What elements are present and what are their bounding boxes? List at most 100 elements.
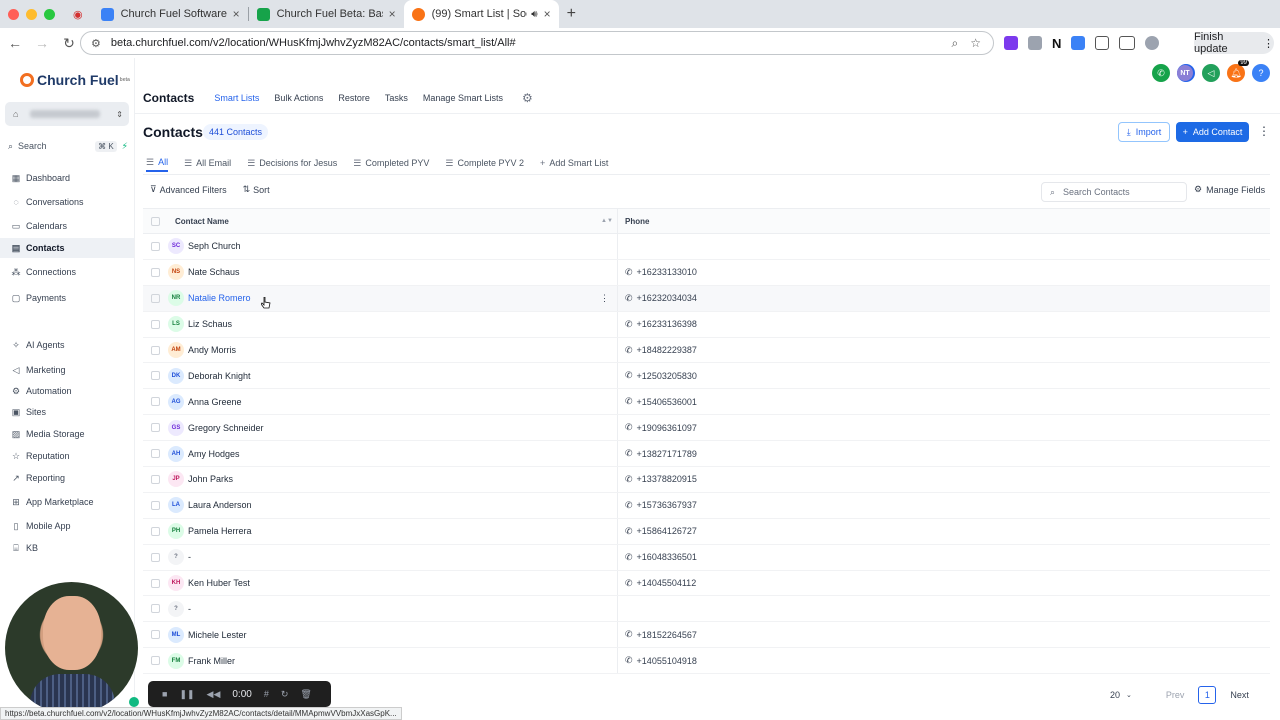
contact-name[interactable]: John Parks <box>188 474 233 484</box>
contact-phone[interactable]: ✆ +18482229387 <box>625 345 697 356</box>
table-row[interactable]: ? - <box>143 596 1270 623</box>
contact-name[interactable]: Gregory Schneider <box>188 423 264 433</box>
sidebar-item-ai-agents[interactable]: ✧ AI Agents <box>0 335 134 355</box>
row-checkbox[interactable] <box>151 630 160 640</box>
sidebar-item-contacts[interactable]: ▤ Contacts <box>0 238 134 258</box>
table-row[interactable]: FM Frank Miller ✆ +14055104918 <box>143 648 1270 675</box>
prev-page-button[interactable]: Prev <box>1166 690 1185 700</box>
address-bar[interactable]: ⚙ beta.churchfuel.com/v2/location/WHusKf… <box>80 31 994 55</box>
contact-name[interactable]: Deborah Knight <box>188 371 251 381</box>
table-row[interactable]: LS Liz Schaus ✆ +16233136398 <box>143 311 1270 338</box>
table-row[interactable]: AG Anna Greene ✆ +15406536001 <box>143 389 1270 416</box>
contact-phone[interactable]: ✆ +13378820915 <box>625 474 697 485</box>
table-row[interactable]: NR Natalie Romero ⋮ ✆ +16232034034 <box>143 285 1270 312</box>
extension-icon[interactable] <box>1028 36 1042 50</box>
contact-name[interactable]: Pamela Herrera <box>188 526 252 536</box>
table-row[interactable]: NS Nate Schaus ✆ +16233133010 <box>143 259 1270 286</box>
extension-icon[interactable] <box>1071 36 1086 50</box>
contact-name[interactable]: Amy Hodges <box>188 449 240 459</box>
contact-name[interactable]: Laura Anderson <box>188 500 252 510</box>
sidebar-item-payments[interactable]: ▢ Payments <box>0 288 134 308</box>
sidebar-item-conversations[interactable]: ◌ Conversations <box>0 192 134 212</box>
table-row[interactable]: AM Andy Morris ✆ +18482229387 <box>143 337 1270 364</box>
contact-phone[interactable]: ✆ +14045504112 <box>625 578 696 589</box>
forward-icon[interactable]: → <box>30 35 54 51</box>
tab-smart-lists[interactable]: Smart Lists <box>214 93 259 103</box>
finish-update-button[interactable]: Finish update ⋮ <box>1194 31 1274 55</box>
select-all-checkbox[interactable] <box>151 216 160 226</box>
table-row[interactable]: PH Pamela Herrera ✆ +15864126727 <box>143 518 1270 545</box>
contact-name[interactable]: Anna Greene <box>188 397 242 407</box>
browser-tab-3[interactable]: (99) Smart List | Social C 🔊︎ × <box>403 0 559 28</box>
megaphone-icon[interactable]: ◁ <box>1202 64 1220 82</box>
table-row[interactable]: ML Michele Lester ✆ +18152264567 <box>143 622 1270 649</box>
contact-phone[interactable]: ✆ +12503205830 <box>625 370 697 381</box>
gear-icon[interactable]: ⚙ <box>522 91 533 105</box>
bolt-icon[interactable]: ⚡︎ <box>122 141 128 152</box>
row-checkbox[interactable] <box>151 293 160 303</box>
contact-phone[interactable]: ✆ +14055104918 <box>625 655 697 666</box>
help-icon[interactable]: ? <box>1252 64 1270 82</box>
contact-name[interactable]: Andy Morris <box>188 345 236 355</box>
restart-icon[interactable]: ↻ <box>281 689 289 700</box>
tab-bulk-actions[interactable]: Bulk Actions <box>274 93 323 103</box>
column-header-name[interactable]: Contact Name <box>175 217 229 226</box>
close-tab-icon[interactable]: × <box>544 7 551 21</box>
sidebar-search[interactable]: ⌕ Search ⌘ K ⚡︎ <box>8 138 128 154</box>
row-checkbox[interactable] <box>151 526 160 536</box>
smart-list-tab[interactable]: ☰ All Email <box>184 154 231 172</box>
contact-name[interactable]: Liz Schaus <box>188 319 232 329</box>
contact-phone[interactable]: ✆ +15736367937 <box>625 500 697 511</box>
smart-list-tab[interactable]: ☰ All <box>146 154 169 172</box>
sidebar-item-mobile-app[interactable]: ▯ Mobile App <box>0 516 134 536</box>
row-checkbox[interactable] <box>151 423 160 433</box>
contact-phone[interactable]: ✆ +19096361097 <box>625 422 697 433</box>
add-contact-button[interactable]: + Add Contact <box>1176 122 1249 142</box>
notion-extension-icon[interactable]: N <box>1052 36 1061 51</box>
column-header-phone[interactable]: Phone <box>625 217 649 226</box>
close-window-button[interactable] <box>8 8 19 20</box>
row-checkbox[interactable] <box>151 397 160 407</box>
table-row[interactable]: DK Deborah Knight ✆ +12503205830 <box>143 363 1270 390</box>
smart-list-tab[interactable]: ☰ Decisions for Jesus <box>247 154 337 172</box>
tab-restore[interactable]: Restore <box>338 93 370 103</box>
sort-button[interactable]: ⇅ Sort <box>243 184 270 195</box>
table-row[interactable]: JP John Parks ✆ +13378820915 <box>143 467 1270 493</box>
contact-name[interactable]: Seph Church <box>188 241 241 251</box>
site-info-icon[interactable]: ⚙ <box>91 37 101 50</box>
row-checkbox[interactable] <box>151 578 160 588</box>
row-checkbox[interactable] <box>151 371 160 381</box>
speaker-icon[interactable]: 🔊︎ <box>531 9 537 20</box>
sidebar-item-reporting[interactable]: ↗ Reporting <box>0 468 134 488</box>
brand-logo[interactable]: Church Fuel beta <box>20 72 130 88</box>
user-avatar[interactable]: NT <box>1177 65 1193 81</box>
sidebar-item-connections[interactable]: ⁂ Connections <box>0 262 134 282</box>
contact-name[interactable]: Frank Miller <box>188 656 235 666</box>
phone-icon[interactable]: ✆ <box>1152 64 1170 82</box>
new-tab-icon[interactable]: + <box>567 5 576 23</box>
minimize-window-button[interactable] <box>26 8 37 20</box>
table-row[interactable]: SC Seph Church <box>143 234 1270 260</box>
smart-list-tab[interactable]: ☰ Complete PYV 2 <box>445 154 524 172</box>
next-page-button[interactable]: Next <box>1230 690 1249 700</box>
browser-tab-2[interactable]: Church Fuel Beta: Base Instal × <box>249 0 404 28</box>
contact-phone[interactable]: ✆ +18152264567 <box>625 629 697 640</box>
reload-icon[interactable]: ↻ <box>57 35 81 52</box>
maximize-window-button[interactable] <box>44 8 55 20</box>
close-tab-icon[interactable]: × <box>389 7 396 21</box>
browser-menu-icon[interactable]: ⋮ <box>1263 37 1274 50</box>
sidebar-item-reputation[interactable]: ☆ Reputation <box>0 446 134 466</box>
contact-name[interactable]: Michele Lester <box>188 630 247 640</box>
browser-tab-1[interactable]: Church Fuel Software - Educa × <box>93 0 248 28</box>
sidebar-item-calendars[interactable]: ▭ Calendars <box>0 216 134 236</box>
contact-phone[interactable]: ✆ +15864126727 <box>625 526 697 537</box>
manage-fields-button[interactable]: ⚙ Manage Fields <box>1194 184 1265 195</box>
row-actions-icon[interactable]: ⋮ <box>600 293 609 304</box>
close-tab-icon[interactable]: × <box>233 7 240 21</box>
row-checkbox[interactable] <box>151 345 160 355</box>
contact-phone[interactable]: ✆ +15406536001 <box>625 396 697 407</box>
contact-phone[interactable]: ✆ +16233136398 <box>625 319 697 330</box>
extension-icon[interactable] <box>1004 36 1018 50</box>
extensions-puzzle-icon[interactable] <box>1095 36 1110 50</box>
rewind-icon[interactable]: ◀◀ <box>207 689 221 700</box>
